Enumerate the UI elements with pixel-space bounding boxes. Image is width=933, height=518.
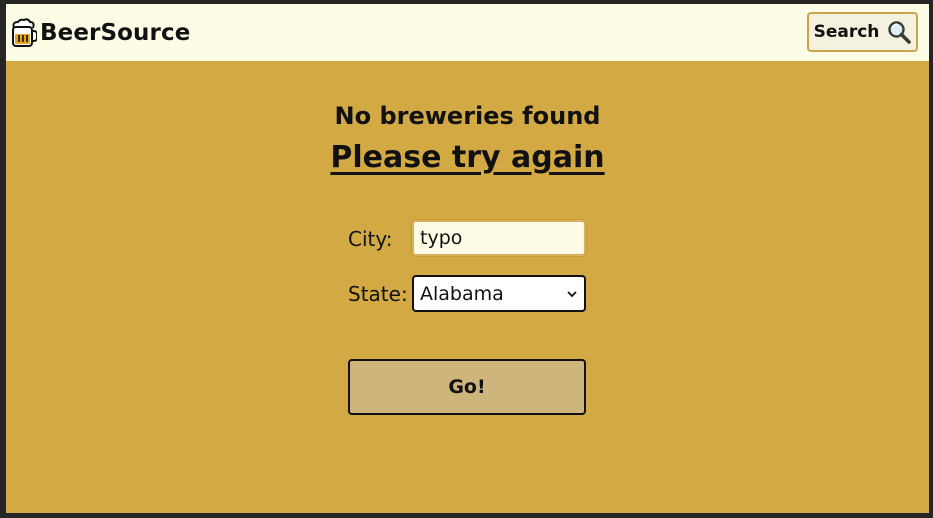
navbar: BeerSource Search xyxy=(6,4,929,61)
magnifier-icon xyxy=(887,20,912,44)
city-input[interactable] xyxy=(412,220,586,256)
beer-mug-icon xyxy=(10,18,37,48)
state-selected-value: Alabama xyxy=(420,282,504,305)
brand-name: BeerSource xyxy=(40,20,191,46)
chevron-down-icon xyxy=(566,288,578,300)
brand-logo[interactable]: BeerSource xyxy=(10,17,190,49)
city-label: City: xyxy=(348,227,393,251)
search-button-label: Search xyxy=(813,22,880,42)
state-select[interactable]: Alabama xyxy=(412,275,586,312)
go-button[interactable]: Go! xyxy=(348,359,586,415)
search-button[interactable]: Search xyxy=(807,12,918,52)
app-frame: BeerSource Search No breweries found Ple… xyxy=(6,4,929,513)
state-label: State: xyxy=(348,282,408,306)
try-again-link[interactable]: Please try again xyxy=(6,140,929,175)
no-results-heading: No breweries found xyxy=(334,102,601,130)
